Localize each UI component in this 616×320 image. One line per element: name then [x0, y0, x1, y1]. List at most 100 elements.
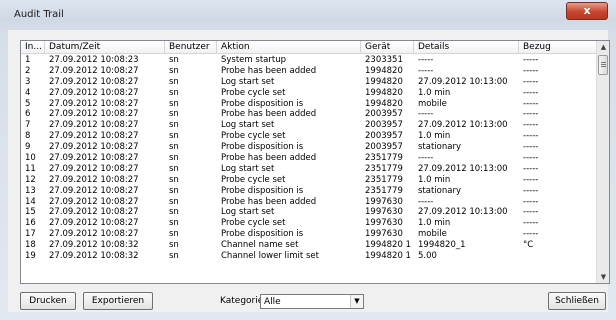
cell-action: Channel name set — [221, 240, 299, 251]
cell-user: sn — [169, 153, 179, 164]
export-button[interactable]: Exportieren — [83, 292, 153, 310]
cell-index: 10 — [25, 153, 36, 164]
cell-user: sn — [169, 131, 179, 142]
scroll-thumb[interactable] — [598, 55, 608, 75]
cell-action: Probe disposition is — [221, 142, 304, 153]
scroll-up-icon[interactable]: ▲ — [597, 41, 609, 53]
cell-action: Log start set — [221, 207, 275, 218]
cell-device: 2003957 — [365, 120, 403, 131]
table-row[interactable]: 16 27.09.2012 10:08:27 sn Probe cycle set 19… — [21, 218, 597, 229]
table-row[interactable]: 7 27.09.2012 10:08:27 sn Log start set 20039… — [21, 120, 597, 131]
audit-list[interactable]: In... Datum/Zeit Benutzer Aktion Gerät D… — [20, 40, 610, 284]
column-header-details[interactable]: Details — [414, 41, 519, 54]
column-header-datetime[interactable]: Datum/Zeit — [45, 41, 165, 54]
table-row[interactable]: 8 27.09.2012 10:08:27 sn Probe cycle set 200… — [21, 131, 597, 142]
cell-index: 14 — [25, 196, 36, 207]
cell-details: 1.0 min — [418, 218, 451, 229]
cell-details: 1.0 min — [418, 174, 451, 185]
cell-user: sn — [169, 229, 179, 240]
audit-trail-window: Audit Trail x In... Datum/Zeit Benutzer … — [0, 0, 616, 320]
category-select[interactable]: Alle ▼ — [260, 294, 364, 309]
column-header-action[interactable]: Aktion — [217, 41, 361, 54]
cell-user: sn — [169, 163, 179, 174]
cell-reference: ----- — [523, 163, 539, 174]
cell-reference: ----- — [523, 142, 539, 153]
table-row[interactable]: 3 27.09.2012 10:08:27 sn Log start set 19948… — [21, 77, 597, 88]
cell-action: Probe cycle set — [221, 131, 286, 142]
cell-index: 8 — [25, 131, 31, 142]
cell-details: mobile — [418, 229, 447, 240]
cell-user: sn — [169, 196, 179, 207]
cell-action: Probe disposition is — [221, 229, 304, 240]
cell-index: 19 — [25, 251, 36, 262]
cell-action: System startup — [221, 55, 286, 65]
title-bar[interactable]: Audit Trail x — [0, 0, 616, 30]
cell-action: Probe has been added — [221, 196, 317, 207]
table-row[interactable]: 2 27.09.2012 10:08:27 sn Probe has been add… — [21, 66, 597, 77]
cell-reference: ----- — [523, 153, 539, 164]
cell-datetime: 27.09.2012 10:08:27 — [49, 196, 139, 207]
cell-index: 1 — [25, 55, 31, 65]
table-row[interactable]: 15 27.09.2012 10:08:27 sn Log start set 1997… — [21, 207, 597, 218]
cell-details: 27.09.2012 10:13:00 — [418, 163, 508, 174]
cell-index: 16 — [25, 218, 36, 229]
table-row[interactable]: 18 27.09.2012 10:08:32 sn Channel name set 1… — [21, 240, 597, 251]
vertical-scrollbar[interactable]: ▲ ▼ — [596, 41, 609, 283]
scroll-down-icon[interactable]: ▼ — [597, 271, 609, 283]
table-row[interactable]: 10 27.09.2012 10:08:27 sn Probe has been ad… — [21, 153, 597, 164]
table-row[interactable]: 19 27.09.2012 10:08:32 sn Channel lower lim… — [21, 251, 597, 262]
close-icon: x — [583, 4, 591, 17]
table-row[interactable]: 1 27.09.2012 10:08:23 sn System startup 2303… — [21, 55, 597, 66]
cell-index: 11 — [25, 163, 36, 174]
cell-device: 1997630 — [365, 229, 403, 240]
table-row[interactable]: 13 27.09.2012 10:08:27 sn Probe disposition… — [21, 186, 597, 197]
close-button[interactable]: Schließen — [548, 292, 606, 310]
cell-datetime: 27.09.2012 10:08:27 — [49, 109, 139, 120]
cell-details: 27.09.2012 10:13:00 — [418, 76, 508, 87]
cell-user: sn — [169, 76, 179, 87]
cell-device: 2003957 — [365, 109, 403, 120]
print-button[interactable]: Drucken — [20, 292, 76, 310]
table-row[interactable]: 6 27.09.2012 10:08:27 sn Probe has been add… — [21, 109, 597, 120]
cell-device: 2351779 — [365, 174, 403, 185]
cell-reference: ----- — [523, 55, 539, 65]
cell-reference: ----- — [523, 229, 539, 240]
dialog-client-area: In... Datum/Zeit Benutzer Aktion Gerät D… — [8, 30, 610, 312]
column-header-device[interactable]: Gerät — [361, 41, 414, 54]
table-row[interactable]: 11 27.09.2012 10:08:27 sn Log start set 2351… — [21, 164, 597, 175]
cell-index: 17 — [25, 229, 36, 240]
column-header-index[interactable]: In... — [21, 41, 45, 54]
cell-device: 1997630 — [365, 218, 403, 229]
cell-user: sn — [169, 98, 179, 109]
table-row[interactable]: 12 27.09.2012 10:08:27 sn Probe cycle set 23… — [21, 175, 597, 186]
table-row[interactable]: 14 27.09.2012 10:08:27 sn Probe has been ad… — [21, 197, 597, 208]
cell-reference: °C — [523, 240, 534, 251]
cell-user: sn — [169, 120, 179, 131]
cell-device: 1997630 — [365, 207, 403, 218]
column-header-user[interactable]: Benutzer — [165, 41, 217, 54]
cell-user: sn — [169, 87, 179, 98]
table-row[interactable]: 4 27.09.2012 10:08:27 sn Probe cycle set 199… — [21, 88, 597, 99]
cell-action: Probe has been added — [221, 65, 317, 76]
cell-datetime: 27.09.2012 10:08:27 — [49, 229, 139, 240]
cell-device: 1997630 — [365, 196, 403, 207]
column-header-reference[interactable]: Bezug — [519, 41, 597, 54]
table-row[interactable]: 17 27.09.2012 10:08:27 sn Probe disposition… — [21, 229, 597, 240]
category-label: Kategorie — [220, 296, 264, 306]
cell-user: sn — [169, 251, 179, 262]
window-close-button[interactable]: x — [566, 2, 608, 20]
cell-datetime: 27.09.2012 10:08:27 — [49, 163, 139, 174]
cell-action: Probe disposition is — [221, 185, 304, 196]
cell-datetime: 27.09.2012 10:08:27 — [49, 76, 139, 87]
chevron-down-icon[interactable]: ▼ — [350, 295, 363, 308]
cell-datetime: 27.09.2012 10:08:27 — [49, 185, 139, 196]
cell-action: Log start set — [221, 163, 275, 174]
cell-datetime: 27.09.2012 10:08:27 — [49, 87, 139, 98]
cell-user: sn — [169, 65, 179, 76]
table-row[interactable]: 9 27.09.2012 10:08:27 sn Probe disposition … — [21, 142, 597, 153]
table-row[interactable]: 5 27.09.2012 10:08:27 sn Probe disposition … — [21, 99, 597, 110]
cell-index: 15 — [25, 207, 36, 218]
cell-datetime: 27.09.2012 10:08:27 — [49, 174, 139, 185]
cell-datetime: 27.09.2012 10:08:27 — [49, 218, 139, 229]
cell-index: 13 — [25, 185, 36, 196]
